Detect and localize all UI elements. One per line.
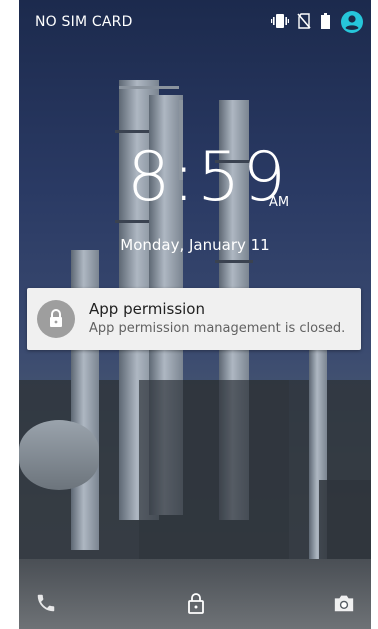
lockscreen-date: Monday, January 11 bbox=[120, 236, 270, 254]
lock-icon[interactable] bbox=[185, 592, 207, 614]
phone-icon[interactable] bbox=[35, 592, 57, 614]
lock-icon bbox=[50, 309, 62, 327]
carrier-label: NO SIM CARD bbox=[35, 14, 133, 30]
notification-text: App permission management is closed. bbox=[89, 321, 346, 336]
clock-time: 8:59 bbox=[127, 138, 288, 217]
vibrate-icon bbox=[271, 14, 289, 28]
battery-icon bbox=[321, 13, 330, 29]
notification-icon bbox=[37, 300, 75, 338]
clock-ampm: AM bbox=[269, 195, 290, 210]
account-icon[interactable] bbox=[341, 11, 363, 33]
no-sim-icon bbox=[297, 13, 311, 29]
status-bar: NO SIM CARD bbox=[19, 0, 371, 44]
camera-icon[interactable] bbox=[333, 592, 355, 614]
notification-title: App permission bbox=[89, 300, 205, 318]
notification-card[interactable]: App permission App permission management… bbox=[27, 288, 361, 350]
lockscreen: NO SIM CARD 8:59 AM Monday, January 11 A… bbox=[19, 0, 371, 629]
